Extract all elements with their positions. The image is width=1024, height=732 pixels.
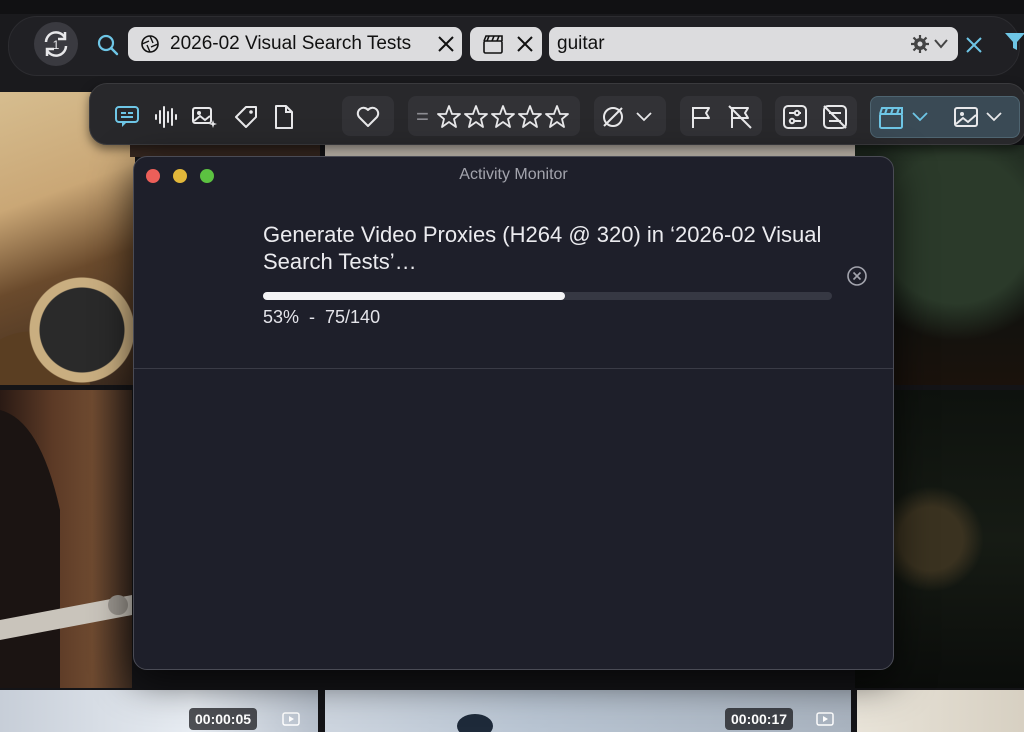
gear-icon[interactable] xyxy=(911,35,929,53)
progress-status: 53% - 75/140 xyxy=(263,307,381,327)
aperture-icon xyxy=(141,35,159,53)
top-bar: 1 2026-02 Visual Search Tests guitar xyxy=(0,0,1024,92)
divider xyxy=(134,368,893,369)
image-icon[interactable] xyxy=(953,104,979,130)
sync-button[interactable]: 1 xyxy=(34,22,78,66)
thumbnail-bottom-3[interactable] xyxy=(857,690,1024,732)
no-label-icon[interactable] xyxy=(600,104,626,130)
audio-waveform-icon[interactable] xyxy=(153,104,179,130)
remove-chip-icon[interactable] xyxy=(437,35,455,53)
tag-icon[interactable] xyxy=(233,104,259,130)
heart-icon[interactable] xyxy=(355,104,381,130)
chevron-down-icon[interactable] xyxy=(986,112,1002,122)
duration-badge: 00:00:17 xyxy=(725,708,794,730)
sync-count: 1 xyxy=(53,38,60,52)
search-icon[interactable] xyxy=(96,34,120,56)
window-edge xyxy=(0,0,1024,14)
activity-monitor-window: Activity Monitor Generate Video Proxies … xyxy=(133,156,894,670)
image-sparkle-icon[interactable] xyxy=(191,104,217,130)
caption-search-icon[interactable] xyxy=(114,104,140,130)
thumbnail-guitarist[interactable] xyxy=(0,390,132,688)
chevron-down-icon[interactable] xyxy=(912,112,928,122)
window-title: Activity Monitor xyxy=(459,166,568,183)
search-query-input[interactable]: guitar xyxy=(549,27,958,61)
progress-bar-fill xyxy=(263,292,565,300)
task-description: Generate Video Proxies (H264 @ 320) in ‘… xyxy=(263,222,822,274)
rating-operator[interactable]: = xyxy=(416,104,429,130)
video-play-icon xyxy=(816,712,834,726)
sliders-icon[interactable] xyxy=(782,104,808,130)
collection-filter-chip[interactable]: 2026-02 Visual Search Tests xyxy=(128,27,462,61)
app-stage: 00:00:05 00:00:17 1 2026-02 Visual Searc… xyxy=(0,0,1024,732)
search-query-text: guitar xyxy=(557,33,605,54)
video-play-icon xyxy=(282,712,300,726)
progress-bar xyxy=(263,292,832,300)
no-adjustments-icon[interactable] xyxy=(822,104,848,130)
media-type-chip[interactable] xyxy=(470,27,542,61)
document-icon[interactable] xyxy=(271,104,297,130)
rating-stars[interactable] xyxy=(436,104,576,130)
duration-badge: 00:00:05 xyxy=(189,708,258,730)
filter-funnel-icon[interactable] xyxy=(1004,30,1024,52)
chevron-down-icon[interactable] xyxy=(934,39,948,49)
collection-chip-label: 2026-02 Visual Search Tests xyxy=(170,33,412,54)
cancel-task-icon[interactable] xyxy=(846,265,868,287)
thumbnail-bottom-1[interactable] xyxy=(0,690,318,732)
flag-icon[interactable] xyxy=(688,104,714,130)
sync-icon: 1 xyxy=(44,31,68,57)
clapperboard-icon[interactable] xyxy=(878,104,904,130)
clapperboard-icon xyxy=(483,35,503,54)
clear-search-icon[interactable] xyxy=(964,35,984,55)
remove-chip-icon[interactable] xyxy=(516,35,534,53)
chevron-down-icon[interactable] xyxy=(636,112,652,122)
unflag-icon[interactable] xyxy=(727,104,753,130)
